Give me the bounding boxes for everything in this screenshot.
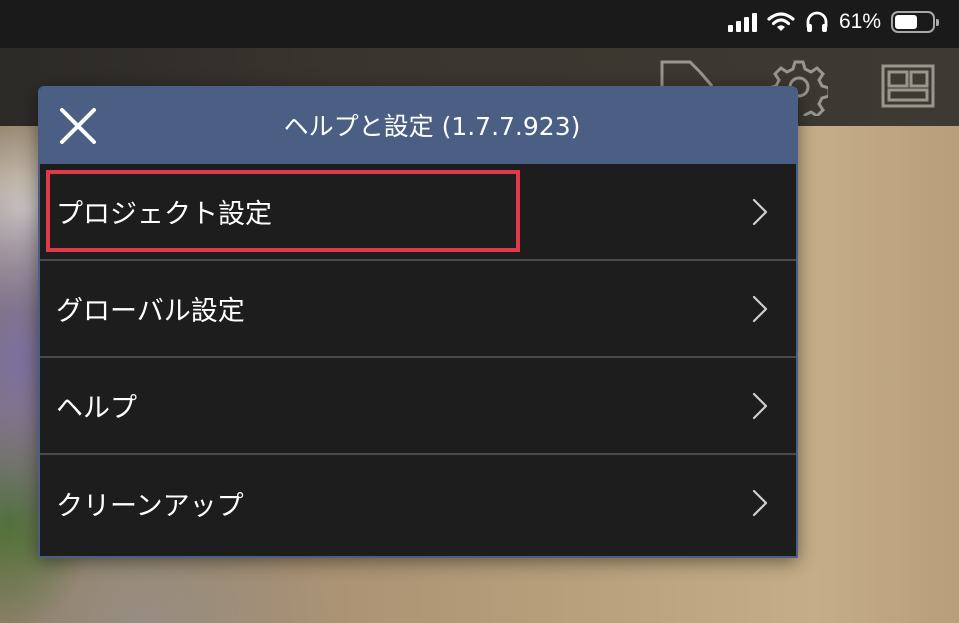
menu-item-help[interactable]: ヘルプ <box>40 358 796 455</box>
battery-percentage: 61% <box>838 10 881 33</box>
menu-item-project-settings[interactable]: プロジェクト設定 <box>40 164 796 261</box>
chevron-right-icon <box>752 392 768 419</box>
menu-item-label: プロジェクト設定 <box>56 199 272 230</box>
battery-fill <box>895 15 917 29</box>
menu-item-label: グローバル設定 <box>56 296 245 327</box>
chevron-right-icon <box>752 295 768 322</box>
app-screen: 61% ヘルプと設定 (1.7.7.923) プロジェクト設定 グローバル設定 … <box>0 0 959 623</box>
cellular-signal-icon <box>727 12 757 32</box>
chevron-right-icon <box>752 198 768 225</box>
help-settings-dialog: ヘルプと設定 (1.7.7.923) プロジェクト設定 グローバル設定 ヘルプ <box>38 86 798 558</box>
dialog-title: ヘルプと設定 (1.7.7.923) <box>283 112 581 141</box>
menu-item-label: ヘルプ <box>56 393 137 424</box>
close-button[interactable] <box>56 104 100 148</box>
menu-item-global-settings[interactable]: グローバル設定 <box>40 261 796 358</box>
battery-icon <box>891 11 939 33</box>
headphones-icon <box>806 11 828 32</box>
close-icon <box>60 108 96 144</box>
menu-item-cleanup[interactable]: クリーンアップ <box>40 455 796 551</box>
dialog-header: ヘルプと設定 (1.7.7.923) <box>40 86 796 164</box>
menu-item-label: クリーンアップ <box>56 490 244 522</box>
status-bar: 61% <box>727 8 939 36</box>
layout-icon[interactable] <box>881 64 935 108</box>
chevron-right-icon <box>752 489 768 517</box>
wifi-icon <box>767 12 795 31</box>
settings-menu: プロジェクト設定 グローバル設定 ヘルプ クリーンアップ <box>40 164 796 551</box>
